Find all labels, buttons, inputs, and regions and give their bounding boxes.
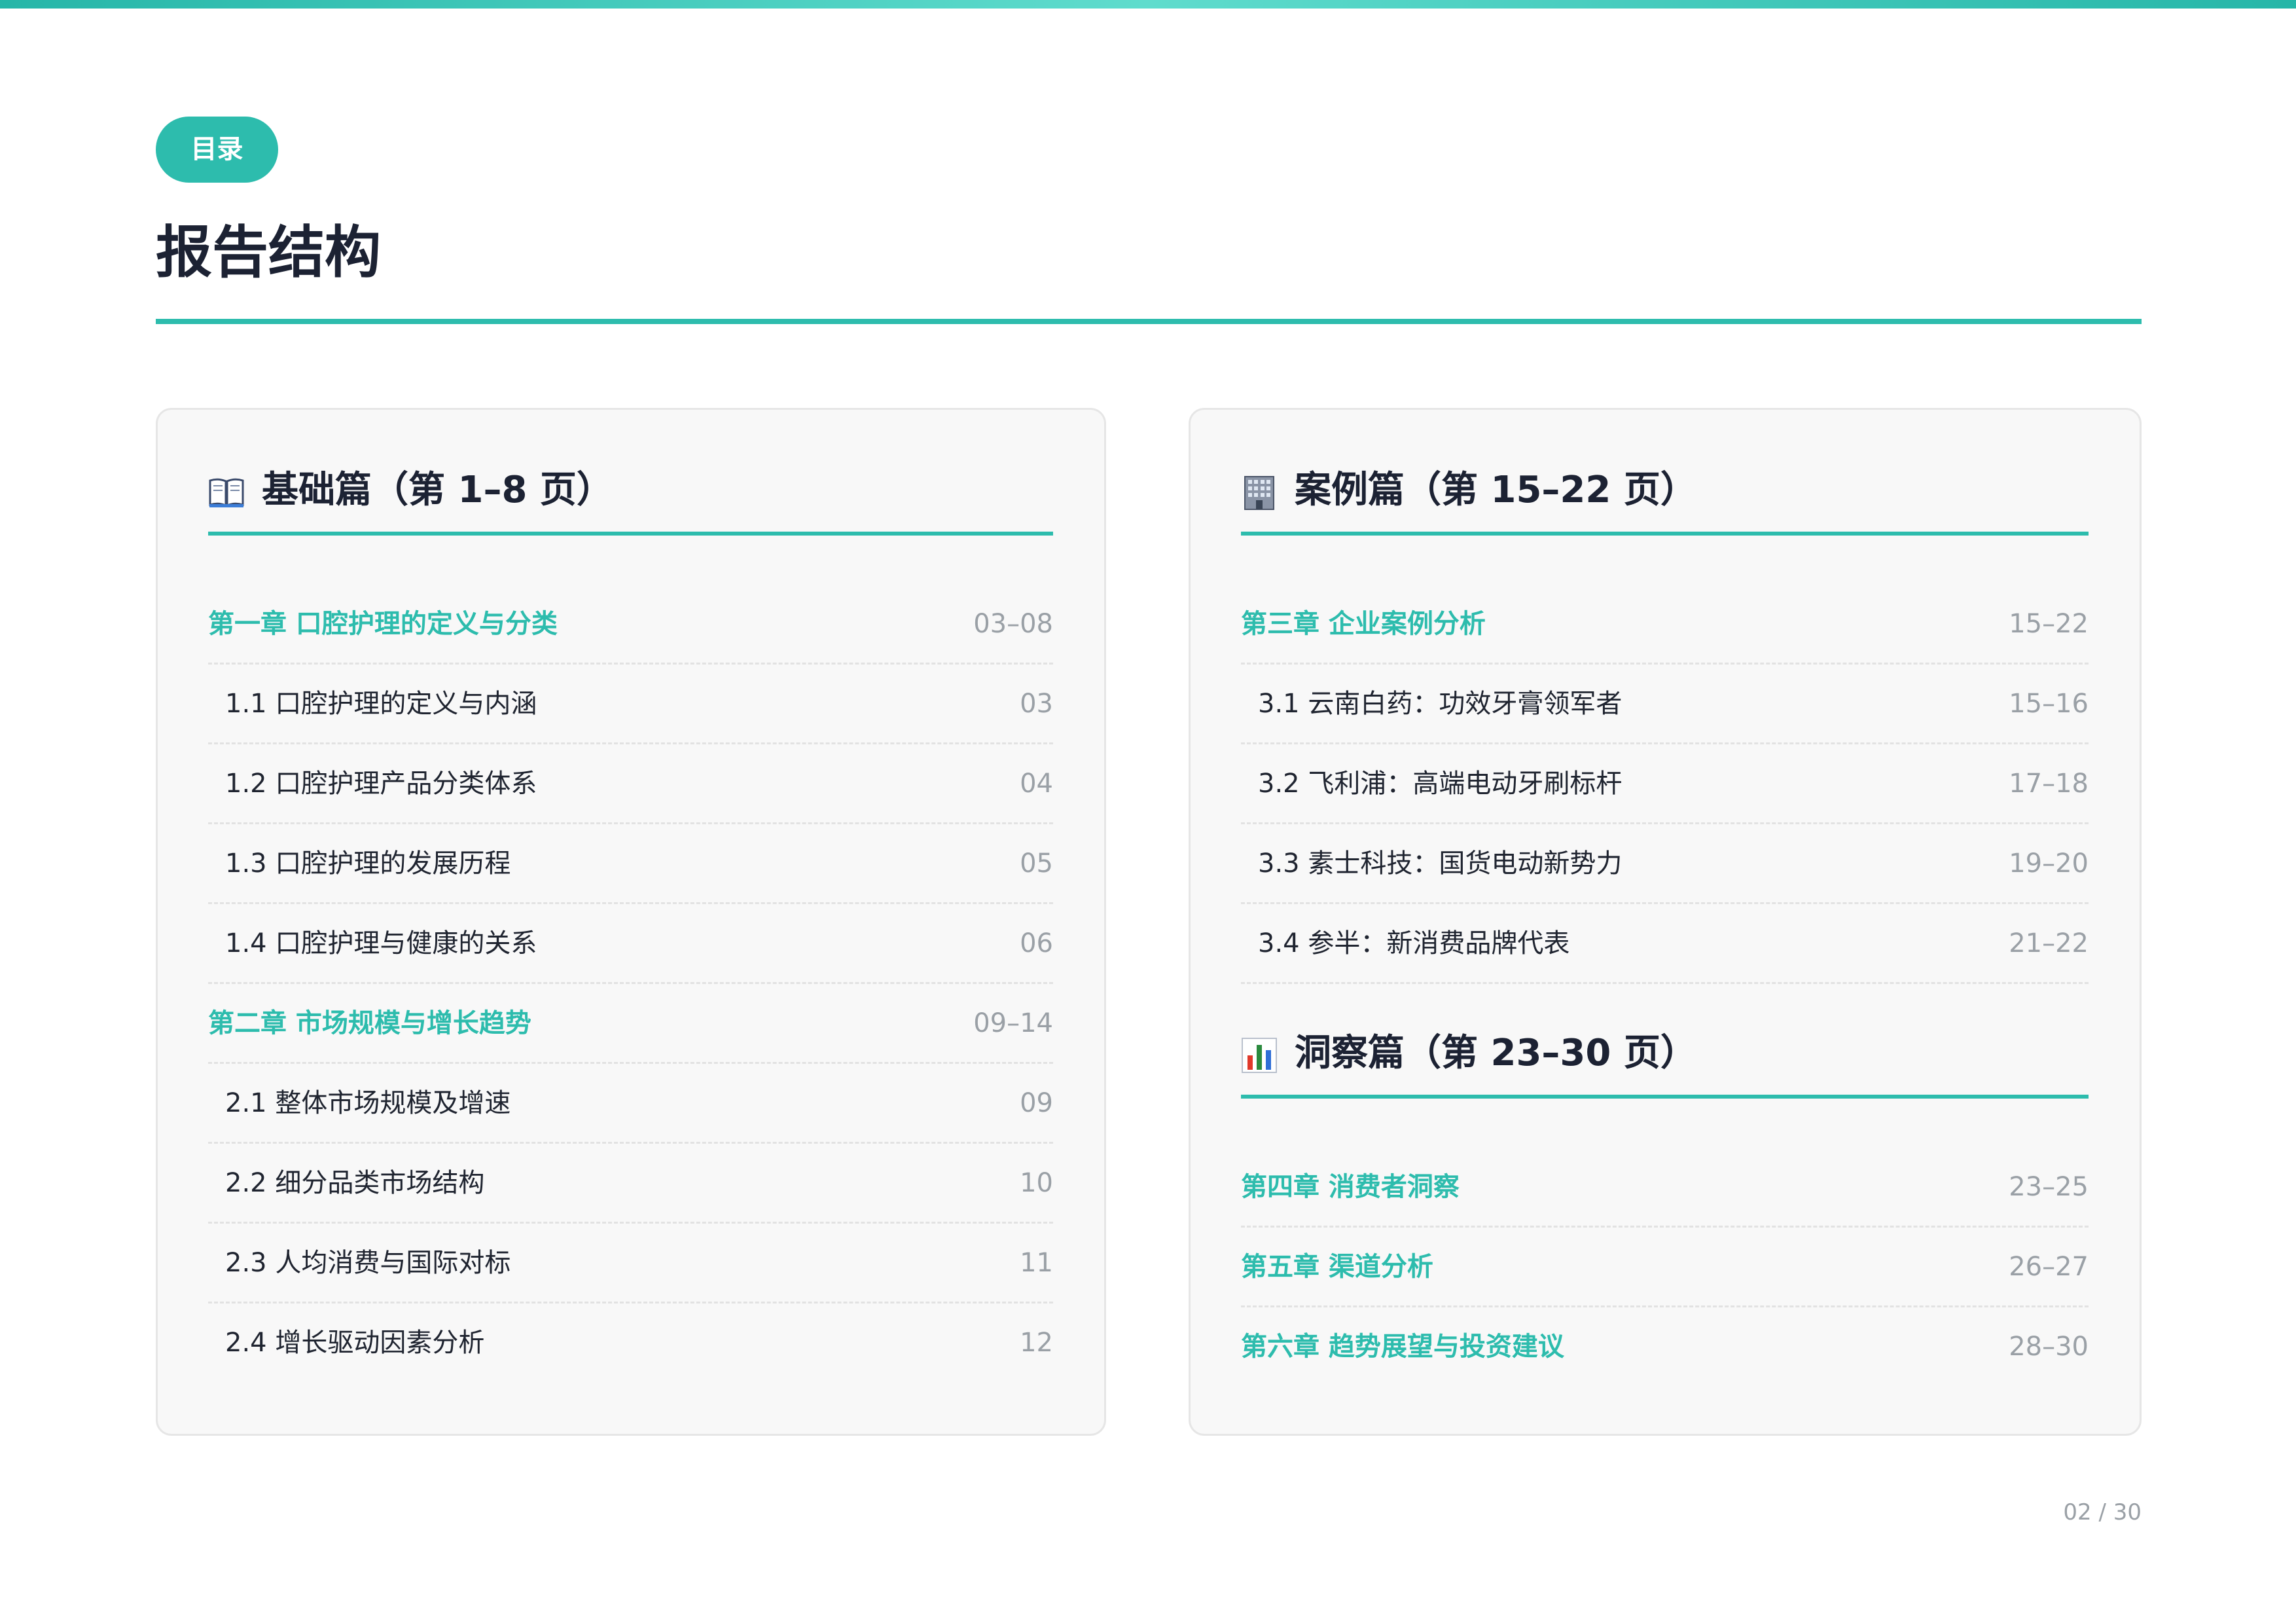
- title-divider: [156, 319, 2142, 324]
- toc-entry-label: 第四章 消费者洞察: [1241, 1172, 1460, 1202]
- toc-entry-label: 第五章 渠道分析: [1241, 1252, 1433, 1282]
- toc-chapter-row[interactable]: 第四章 消费者洞察 23–25: [1241, 1148, 2089, 1228]
- toc-page-range: 12: [1020, 1328, 1053, 1358]
- toc-page-range: 28–30: [2009, 1332, 2089, 1362]
- toc-entry-label: 2.1 整体市场规模及增速: [225, 1088, 511, 1118]
- toc-chapter-row[interactable]: 第一章 口腔护理的定义与分类 03–08: [208, 585, 1053, 665]
- toc-card-cases-insights: 案例篇（第 15–22 页） 第三章 企业案例分析 15–22 3.1 云南白药…: [1189, 408, 2142, 1436]
- toc-card-basics: 基础篇（第 1–8 页） 第一章 口腔护理的定义与分类 03–08 1.1 口腔…: [156, 408, 1106, 1436]
- toc-section-row[interactable]: 3.1 云南白药：功效牙膏领军者 15–16: [1241, 665, 2089, 744]
- toc-entry-label: 第三章 企业案例分析: [1241, 609, 1486, 639]
- toc-page-range: 06: [1020, 928, 1053, 958]
- toc-entry-label: 3.1 云南白药：功效牙膏领军者: [1258, 689, 1623, 719]
- toc-page-range: 03–08: [973, 609, 1053, 639]
- toc-section-row[interactable]: 1.3 口腔护理的发展历程 05: [208, 824, 1053, 904]
- toc-page-range: 26–27: [2009, 1252, 2089, 1282]
- toc-entry-label: 第一章 口腔护理的定义与分类: [208, 609, 558, 639]
- toc-section-row[interactable]: 2.3 人均消费与国际对标 11: [208, 1224, 1053, 1304]
- toc-page-range: 23–25: [2009, 1172, 2089, 1202]
- toc-section-row[interactable]: 3.2 飞利浦：高端电动牙刷标杆 17–18: [1241, 744, 2089, 824]
- toc-section-row[interactable]: 2.1 整体市场规模及增速 09: [208, 1064, 1053, 1144]
- toc-page-range: 15–16: [2009, 689, 2089, 719]
- group-header-basics: 基础篇（第 1–8 页）: [208, 456, 1053, 536]
- toc-section-row[interactable]: 1.4 口腔护理与健康的关系 06: [208, 904, 1053, 984]
- toc-page-range: 09–14: [973, 1008, 1053, 1038]
- toc-entry-label: 第二章 市场规模与增长趋势: [208, 1008, 531, 1038]
- toc-page-range: 09: [1020, 1088, 1053, 1118]
- page-indicator: 02 / 30: [2063, 1499, 2142, 1525]
- toc-page-range: 10: [1020, 1168, 1053, 1198]
- toc-entry-label: 3.4 参半：新消费品牌代表: [1258, 928, 1570, 958]
- group-title: 案例篇（第 15–22 页）: [1295, 469, 1697, 511]
- toc-entry-label: 2.2 细分品类市场结构: [225, 1168, 485, 1198]
- group-header-cases: 案例篇（第 15–22 页）: [1241, 456, 2089, 536]
- group-title: 基础篇（第 1–8 页）: [262, 469, 613, 511]
- toc-chapter-row[interactable]: 第五章 渠道分析 26–27: [1241, 1228, 2089, 1307]
- bar-chart-icon: [1241, 1037, 1278, 1074]
- group-divider: [1241, 1095, 2089, 1099]
- group-title: 洞察篇（第 23–30 页）: [1295, 1032, 1697, 1074]
- toc-page-range: 21–22: [2009, 928, 2089, 958]
- open-book-icon: [208, 474, 245, 511]
- toc-section-row[interactable]: 3.3 素士科技：国货电动新势力 19–20: [1241, 824, 2089, 904]
- toc-entry-label: 3.2 飞利浦：高端电动牙刷标杆: [1258, 769, 1623, 799]
- toc-page-range: 04: [1020, 769, 1053, 799]
- group-divider: [1241, 532, 2089, 536]
- toc-page-range: 17–18: [2009, 769, 2089, 799]
- toc-entry-label: 1.4 口腔护理与健康的关系: [225, 928, 537, 958]
- toc-entry-label: 1.1 口腔护理的定义与内涵: [225, 689, 537, 719]
- office-building-icon: [1241, 474, 1278, 511]
- toc-page-range: 05: [1020, 848, 1053, 879]
- toc-entry-label: 1.2 口腔护理产品分类体系: [225, 769, 537, 799]
- toc-entry-label: 1.3 口腔护理的发展历程: [225, 848, 511, 879]
- toc-page-range: 03: [1020, 689, 1053, 719]
- toc-chapter-row[interactable]: 第三章 企业案例分析 15–22: [1241, 585, 2089, 665]
- toc-entry-label: 2.3 人均消费与国际对标: [225, 1248, 511, 1278]
- group-divider: [208, 532, 1053, 536]
- toc-entry-label: 2.4 增长驱动因素分析: [225, 1328, 485, 1358]
- toc-page-range: 11: [1020, 1248, 1053, 1278]
- toc-page-range: 19–20: [2009, 848, 2089, 879]
- toc-section-row[interactable]: 1.1 口腔护理的定义与内涵 03: [208, 665, 1053, 744]
- toc-page-range: 15–22: [2009, 609, 2089, 639]
- toc-entry-label: 3.3 素士科技：国货电动新势力: [1258, 848, 1623, 879]
- toc-chapter-row[interactable]: 第六章 趋势展望与投资建议 28–30: [1241, 1307, 2089, 1387]
- group-header-insights: 洞察篇（第 23–30 页）: [1241, 1019, 2089, 1099]
- toc-chapter-row[interactable]: 第二章 市场规模与增长趋势 09–14: [208, 984, 1053, 1064]
- toc-entry-label: 第六章 趋势展望与投资建议: [1241, 1332, 1564, 1362]
- toc-section-row[interactable]: 2.2 细分品类市场结构 10: [208, 1144, 1053, 1224]
- toc-section-row[interactable]: 2.4 增长驱动因素分析 12: [208, 1304, 1053, 1383]
- page-title: 报告结构: [156, 220, 381, 285]
- toc-section-row[interactable]: 1.2 口腔护理产品分类体系 04: [208, 744, 1053, 824]
- toc-section-row[interactable]: 3.4 参半：新消费品牌代表 21–22: [1241, 904, 2089, 984]
- top-accent-bar: [0, 0, 2296, 9]
- section-tag: 目录: [156, 117, 278, 183]
